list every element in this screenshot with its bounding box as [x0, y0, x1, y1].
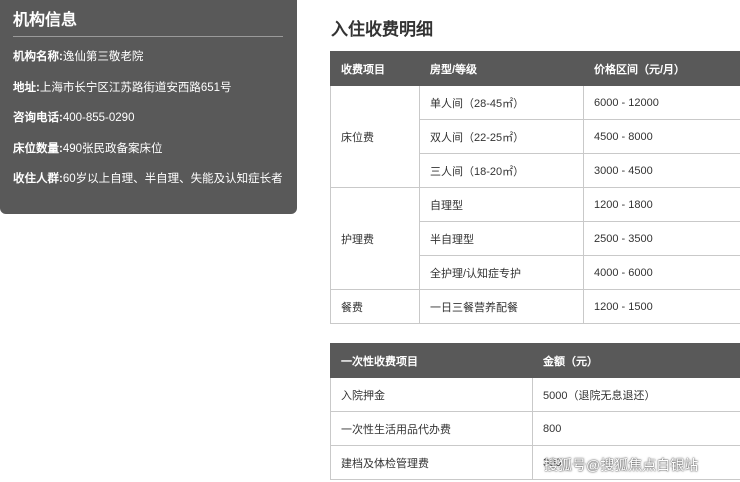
info-label: 床位数量: [13, 142, 63, 155]
fee-section-title: 入住收费明细 [331, 20, 433, 39]
info-label: 收住人群: [13, 173, 63, 185]
amount-cell: 800 [532, 411, 740, 446]
type-cell: 自理型 [419, 187, 584, 222]
info-value: 逸仙第三敬老院 [62, 51, 144, 63]
price-cell: 4000 - 6000 [583, 255, 740, 290]
fee-table: 收费项目 房型/等级 价格区间（元/月） 床位费 单人间（28-45㎡） 600… [330, 51, 740, 324]
info-row-name: 机构名称:逸仙第三敬老院 [13, 49, 283, 80]
type-cell: 双人间（22-25㎡） [419, 119, 584, 154]
watermark: 搜狐号@搜狐焦点白银站 [544, 457, 699, 473]
table-row: 床位费 单人间（28-45㎡） 6000 - 12000 [330, 85, 740, 188]
table-row: 护理费 自理型 1200 - 1800 [330, 187, 740, 290]
info-value: 490张民政备案床位 [62, 142, 163, 155]
header-cell: 价格区间（元/月） [583, 51, 740, 86]
info-value: 400-855-0290 [62, 112, 135, 124]
category-cell: 护理费 [330, 187, 420, 290]
amount-cell: 5000（退院无息退还） [532, 377, 740, 412]
info-row-phone: 咨询电话:400-855-0290 [13, 110, 283, 141]
price-cell: 2500 - 3500 [583, 221, 740, 256]
header-cell: 金额（元） [532, 343, 740, 378]
table-row: 餐费 一日三餐营养配餐 1200 - 1500 [330, 289, 740, 324]
type-cell: 单人间（28-45㎡） [419, 85, 584, 120]
institution-info-panel: 机构信息 机构名称:逸仙第三敬老院 地址:上海市长宁区江苏路街道安西路651号 … [0, 0, 297, 214]
type-cell: 半自理型 [419, 221, 584, 256]
header-cell: 收费项目 [330, 51, 420, 86]
info-rows: 机构名称:逸仙第三敬老院 地址:上海市长宁区江苏路街道安西路651号 咨询电话:… [13, 49, 283, 202]
info-value: 60岁以上自理、半自理、失能及认知症长者 [62, 173, 283, 185]
type-cell: 一日三餐营养配餐 [419, 289, 584, 324]
table-row: 入院押金 5000（退院无息退还） [330, 377, 740, 412]
info-row-address: 地址:上海市长宁区江苏路街道安西路651号 [13, 80, 283, 111]
info-divider [13, 36, 283, 37]
item-cell: 入院押金 [330, 377, 533, 412]
info-panel-title: 机构信息 [13, 12, 78, 29]
info-label: 机构名称: [13, 51, 63, 63]
type-cell: 全护理/认知症专护 [419, 255, 584, 290]
price-cell: 6000 - 12000 [583, 85, 740, 120]
info-row-residents: 收住人群:60岁以上自理、半自理、失能及认知症长者 [13, 171, 283, 202]
price-cell: 3000 - 4500 [583, 153, 740, 188]
header-cell: 一次性收费项目 [330, 343, 533, 378]
price-cell: 1200 - 1800 [583, 187, 740, 222]
info-value: 上海市长宁区江苏路街道安西路651号 [39, 81, 232, 94]
fee-table-header: 收费项目 房型/等级 价格区间（元/月） [330, 51, 740, 86]
category-cell: 床位费 [330, 85, 420, 188]
item-cell: 一次性生活用品代办费 [330, 411, 533, 446]
one-time-table-header: 一次性收费项目 金额（元） [330, 343, 740, 378]
price-cell: 4500 - 8000 [583, 119, 740, 154]
info-row-beds: 床位数量:490张民政备案床位 [13, 141, 283, 172]
info-label: 地址: [13, 81, 40, 94]
category-cell: 餐费 [330, 289, 420, 324]
type-cell: 三人间（18-20㎡） [419, 153, 584, 188]
item-cell: 建档及体检管理费 [330, 445, 533, 480]
header-cell: 房型/等级 [419, 51, 584, 86]
table-row: 一次性生活用品代办费 800 [330, 411, 740, 446]
price-cell: 1200 - 1500 [583, 289, 740, 324]
info-label: 咨询电话: [13, 112, 63, 124]
